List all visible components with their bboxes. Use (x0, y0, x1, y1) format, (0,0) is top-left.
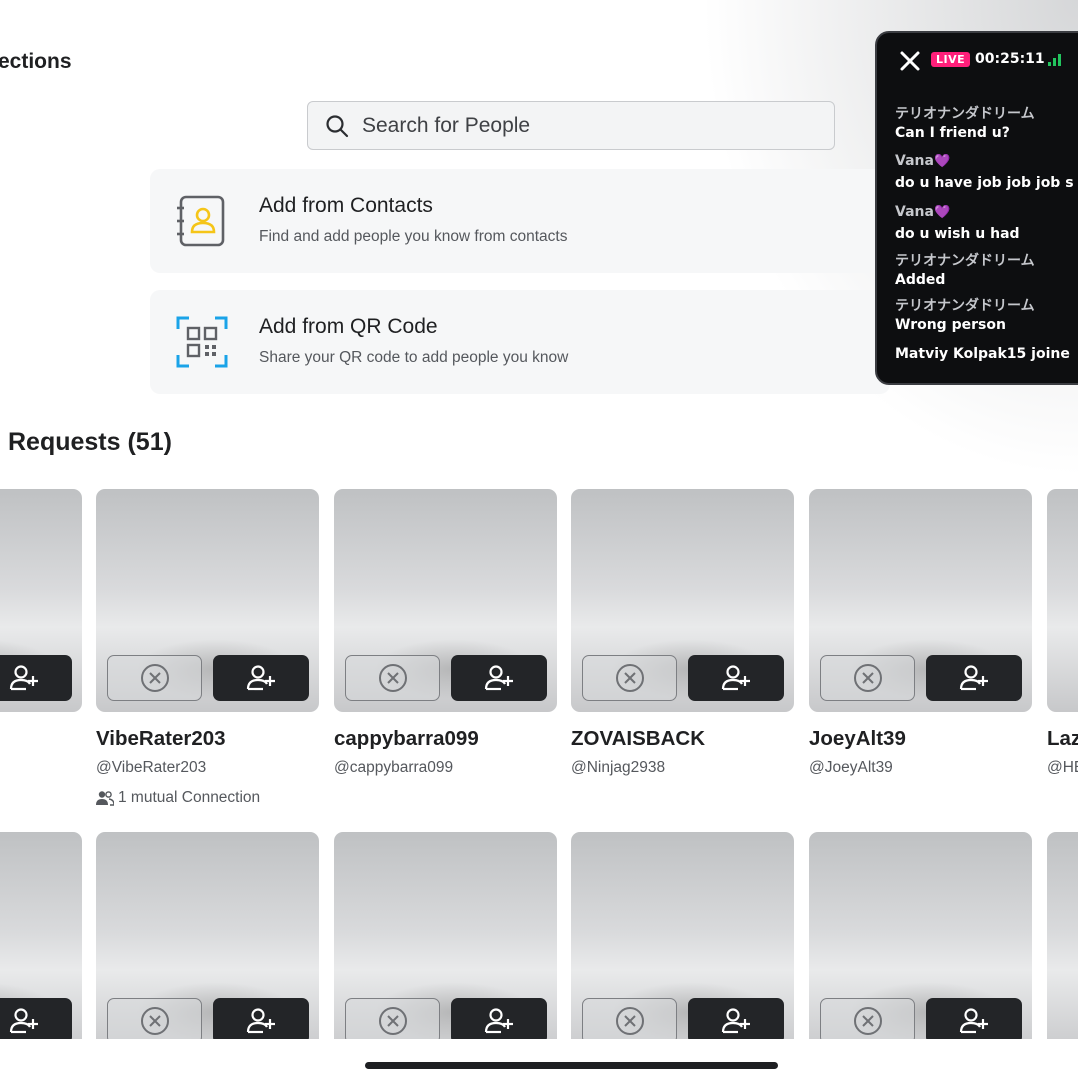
close-circle-icon (140, 1007, 169, 1035)
mutual-connections: 1 mutual Connection (96, 789, 260, 807)
accept-button[interactable] (926, 998, 1022, 1039)
chat-message: テリオナンダドリーム Wrong person (895, 298, 1035, 333)
accept-button[interactable] (213, 655, 309, 701)
add-friend-icon (484, 665, 513, 691)
accept-button[interactable] (926, 655, 1022, 701)
username: ZOVAISBACK (571, 727, 706, 750)
page-title: ections (0, 50, 72, 73)
request-card-partial[interactable]: Laz @HE (1047, 489, 1078, 789)
add-friend-icon (721, 1008, 750, 1034)
avatar (0, 832, 82, 1039)
join-notice: Matviy Kolpak15 joine (895, 346, 1070, 362)
decline-button[interactable] (582, 998, 677, 1039)
request-card[interactable]: cappybarra099 @cappybarra099 (334, 489, 557, 776)
avatar (0, 489, 82, 712)
option-title: Add from QR Code (259, 315, 438, 338)
heart-icon: 💜 (933, 205, 951, 220)
live-badge: LIVE (931, 52, 971, 67)
accept-button[interactable] (688, 655, 784, 701)
live-stream-overlay[interactable]: LIVE 00:25:11 テリオナンダドリーム Can I friend u?… (875, 31, 1078, 385)
option-subtitle: Find and add people you know from contac… (259, 228, 568, 245)
avatar (334, 489, 557, 712)
add-friend-icon (246, 1008, 275, 1034)
request-card[interactable]: JoeyAlt39 @JoeyAlt39 (809, 489, 1032, 776)
decline-button[interactable] (107, 655, 202, 701)
username: JoeyAlt39 (809, 727, 906, 750)
accept-button[interactable] (0, 998, 72, 1039)
request-card[interactable]: VibeRater203 @VibeRater203 1 mutual Conn… (96, 489, 319, 806)
close-circle-icon (853, 1007, 882, 1035)
search-bar[interactable] (307, 101, 835, 150)
chat-message: テリオナンダドリーム Can I friend u? (895, 106, 1035, 141)
home-indicator[interactable] (365, 1062, 778, 1069)
add-friend-icon (9, 1008, 38, 1034)
signal-icon (1048, 54, 1061, 66)
avatar (1047, 489, 1078, 712)
username: VibeRater203 (96, 727, 226, 750)
decline-button[interactable] (107, 998, 202, 1039)
avatar (809, 489, 1032, 712)
user-handle: @Ninjag2938 (571, 759, 666, 776)
people-icon (96, 791, 114, 806)
chat-message: Vana💜 do u have job job job s (895, 153, 1074, 191)
avatar (96, 489, 319, 712)
user-handle: @cappybarra099 (334, 759, 454, 776)
option-subtitle: Share your QR code to add people you kno… (259, 349, 569, 366)
search-icon (326, 114, 349, 137)
user-handle: @VibeRater203 (96, 759, 207, 776)
avatar (809, 832, 1032, 1039)
heart-icon: 💜 (933, 154, 951, 169)
close-circle-icon (615, 1007, 644, 1035)
decline-button[interactable] (345, 655, 440, 701)
avatar (1047, 832, 1078, 1039)
accept-button[interactable] (213, 998, 309, 1039)
option-title: Add from Contacts (259, 194, 433, 217)
add-friend-icon (721, 665, 750, 691)
username: cappybarra099 (334, 727, 479, 750)
close-circle-icon (615, 664, 644, 692)
contacts-book-icon (177, 195, 225, 247)
add-friend-icon (959, 665, 988, 691)
qr-code-icon (176, 316, 228, 368)
decline-button[interactable] (820, 655, 915, 701)
accept-button[interactable] (688, 998, 784, 1039)
chat-message: テリオナンダドリーム Added (895, 253, 1035, 288)
request-card[interactable]: ZOVAISBACK @Ninjag2938 (571, 489, 794, 776)
user-handle: @JoeyAlt39 (809, 759, 893, 776)
avatar (96, 832, 319, 1039)
close-circle-icon (140, 664, 169, 692)
decline-button[interactable] (345, 998, 440, 1039)
avatar (571, 489, 794, 712)
request-card-partial: ction (0, 489, 82, 819)
requests-heading: Requests (51) (8, 428, 172, 456)
accept-button[interactable] (0, 655, 72, 701)
chat-message: Vana💜 do u wish u had (895, 204, 1020, 242)
add-friend-icon (959, 1008, 988, 1034)
add-friend-icon (9, 665, 38, 691)
decline-button[interactable] (582, 655, 677, 701)
accept-button[interactable] (451, 655, 547, 701)
add-from-contacts-option[interactable]: Add from Contacts Find and add people yo… (150, 169, 890, 273)
decline-button[interactable] (820, 998, 915, 1039)
add-friend-icon (246, 665, 275, 691)
user-handle: @HE (1047, 759, 1078, 776)
live-timer: 00:25:11 (975, 51, 1045, 67)
request-row-2 (0, 832, 1078, 1039)
avatar (334, 832, 557, 1039)
add-friend-icon (484, 1008, 513, 1034)
accept-button[interactable] (451, 998, 547, 1039)
close-circle-icon (378, 664, 407, 692)
username: Laz (1047, 727, 1078, 750)
search-input[interactable] (360, 112, 804, 139)
add-from-qr-option[interactable]: Add from QR Code Share your QR code to a… (150, 290, 890, 394)
close-circle-icon (853, 664, 882, 692)
close-icon[interactable] (899, 50, 921, 72)
avatar (571, 832, 794, 1039)
close-circle-icon (378, 1007, 407, 1035)
